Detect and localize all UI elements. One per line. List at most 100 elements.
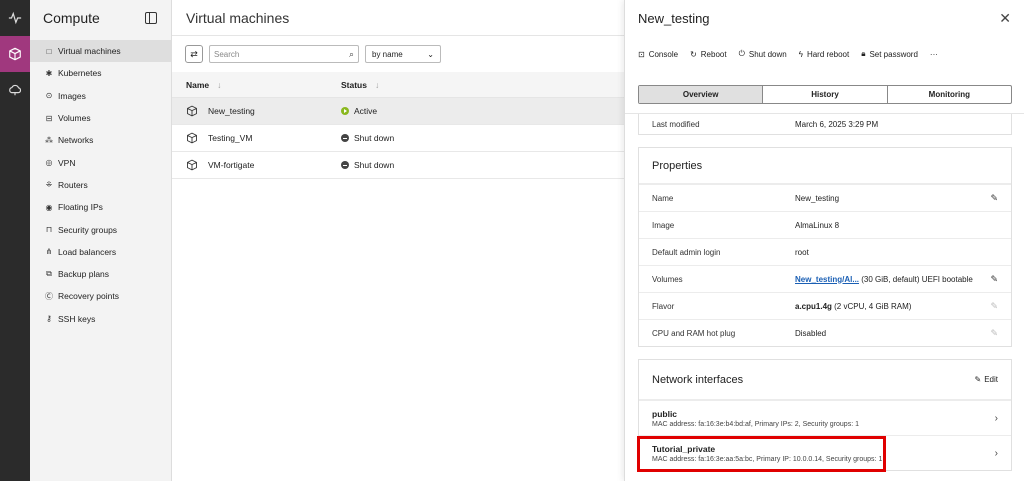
main-content: Virtual machines ⇄ Search ⌕ by name ⌄ Na… [172,0,624,481]
vm-name-cell: New_testing [172,105,341,117]
sidebar-item-routers[interactable]: ⁜ Routers [30,174,171,196]
edit-pencil-icon: ✎ [990,327,998,338]
sidebar-item-security-groups[interactable]: ⊓ Security groups [30,218,171,240]
collapse-sidebar-icon[interactable] [145,12,157,24]
sidebar-item-label: Routers [58,179,88,190]
vm-cube-icon [187,159,197,171]
table-row[interactable]: Testing_VM Shut down [172,125,624,152]
nav-icon: ⧉ [46,269,52,279]
activity-icon[interactable] [0,0,30,36]
close-icon[interactable]: ✕ [999,10,1011,27]
vm-detail-panel: New_testing ✕ ⊡ Console ↻ Reboot ⏻ Shut dow… [624,0,1024,481]
property-row-image: Image AlmaLinux 8 [639,211,1011,238]
shutdown-button[interactable]: ⏻ Shut down [739,49,787,59]
sidebar-item-virtual-machines[interactable]: □ Virtual machines [30,40,171,63]
sidebar-item-vpn[interactable]: ◎ VPN [30,151,171,173]
panel-header: New_testing ✕ [625,0,1024,37]
vm-status-cell: Shut down [341,160,394,170]
set-password-button[interactable]: 🔒︎ Set password [861,49,918,59]
bolt-icon: ϟ [798,49,803,59]
sidebar-item-label: Virtual machines [58,46,121,57]
sidebar-nav: □ Virtual machines ✱ Kubernetes ⊙ Images ⊟ Volu… [30,40,171,330]
sort-select[interactable]: by name ⌄ [365,45,441,63]
vm-name-cell: Testing_VM [172,132,341,144]
sidebar-item-ssh-keys[interactable]: ⚷ SSH keys [30,308,171,330]
sidebar-item-label: Volumes [58,113,91,124]
property-row-hotplug: CPU and RAM hot plug Disabled ✎ [639,319,1011,346]
compute-cube-icon[interactable] [0,36,30,72]
nav-icon: ⊟ [45,113,53,123]
tab-overview[interactable]: Overview [639,86,764,103]
edit-network-button[interactable]: ✎ Edit [975,375,999,384]
list-toolbar: ⇄ Search ⌕ by name ⌄ [172,36,624,72]
nav-icon: ⚷ [46,314,52,324]
search-input[interactable]: Search ⌕ [209,45,359,63]
nav-icon: ⊙ [45,91,53,101]
hard-reboot-button[interactable]: ϟ Hard reboot [799,50,849,59]
property-row-flavor: Flavor a.cpu1.4g (2 vCPU, 4 GiB RAM) ✎ [639,292,1011,319]
sidebar-item-label: SSH keys [58,313,96,324]
tab-history[interactable]: History [763,86,888,103]
sidebar-item-backup-plans[interactable]: ⧉ Backup plans [30,263,171,285]
nav-icon: ◎ [45,158,53,168]
table-row[interactable]: New_testing Active [172,98,624,125]
sidebar-item-volumes[interactable]: ⊟ Volumes [30,107,171,129]
vm-status-cell: Active [341,106,377,116]
network-title: Network interfaces ✎ Edit [639,360,1011,400]
property-row-volumes: Volumes New_testing/Al... (30 GiB, defau… [639,265,1011,292]
sidebar-item-label: Kubernetes [58,68,102,79]
vm-cube-icon [187,132,197,144]
panel-tabs: Overview History Monitoring [638,85,1012,104]
nav-icon: ✱ [45,68,53,78]
console-icon: ⊡ [638,49,645,59]
last-modified-value: March 6, 2025 3:29 PM [795,119,879,129]
sidebar-header: Compute [30,0,171,36]
summary-card: Last modified March 6, 2025 3:29 PM [638,114,1012,135]
column-name-header[interactable]: Name ↓ [172,80,341,90]
tab-monitoring[interactable]: Monitoring [888,86,1011,103]
column-status-header[interactable]: Status ↓ [341,80,379,90]
sidebar-item-recovery-points[interactable]: Ⓒ Recovery points [30,285,171,307]
vm-cube-icon [187,105,197,117]
page-title: Virtual machines [172,0,624,36]
sidebar: Compute □ Virtual machines ✱ Kubernetes ⊙ Ima… [30,0,172,481]
edit-pencil-icon[interactable]: ✎ [986,193,998,204]
vm-name-cell: VM-fortigate [172,159,341,171]
status-icon [341,161,349,169]
chevron-down-icon: ⌄ [427,49,434,59]
sidebar-item-floating-ips[interactable]: ◉ Floating IPs [30,196,171,218]
chevron-right-icon: › [994,447,998,459]
sidebar-item-label: Networks [58,135,94,146]
sidebar-item-kubernetes[interactable]: ✱ Kubernetes [30,62,171,84]
sidebar-item-label: Floating IPs [58,202,103,213]
sort-arrow-icon: ↓ [217,79,222,90]
vm-status-cell: Shut down [341,133,394,143]
sort-arrow-icon: ↓ [374,79,380,90]
properties-title: Properties [639,148,1011,184]
panel-scroll-area[interactable]: Last modified March 6, 2025 3:29 PM Prop… [638,114,1012,471]
search-icon: ⌕ [348,48,354,59]
more-actions-button[interactable]: ··· [930,50,938,59]
network-interface-row[interactable]: Tutorial_private MAC address: fa:16:3e:a… [639,435,1011,470]
filter-button[interactable]: ⇄ [185,45,203,63]
app-rail [0,0,30,481]
network-interface-row[interactable]: public MAC address: fa:16:3e:b4:bd:af, P… [639,400,1011,435]
pencil-icon: ✎ [974,375,982,384]
edit-pencil-icon[interactable]: ✎ [986,274,998,285]
sidebar-item-images[interactable]: ⊙ Images [30,85,171,107]
sidebar-item-label: Images [58,90,86,101]
table-row[interactable]: VM-fortigate Shut down [172,152,624,179]
sliders-icon: ⇄ [190,48,198,59]
nav-icon: ⋔ [45,247,53,257]
property-row-name: Name New_testing ✎ [639,184,1011,211]
sidebar-item-load-balancers[interactable]: ⋔ Load balancers [30,241,171,263]
lock-icon: 🔒︎ [861,49,866,58]
nav-icon: ⊓ [45,225,53,235]
nav-icon: ⁜ [45,180,53,190]
volume-link[interactable]: New_testing/Al... [795,275,859,284]
sidebar-item-networks[interactable]: ⁂ Networks [30,129,171,151]
cloud-icon[interactable] [0,72,30,108]
panel-title: New_testing [638,11,710,26]
console-button[interactable]: ⊡ Console [638,50,678,59]
reboot-button[interactable]: ↻ Reboot [690,50,727,59]
